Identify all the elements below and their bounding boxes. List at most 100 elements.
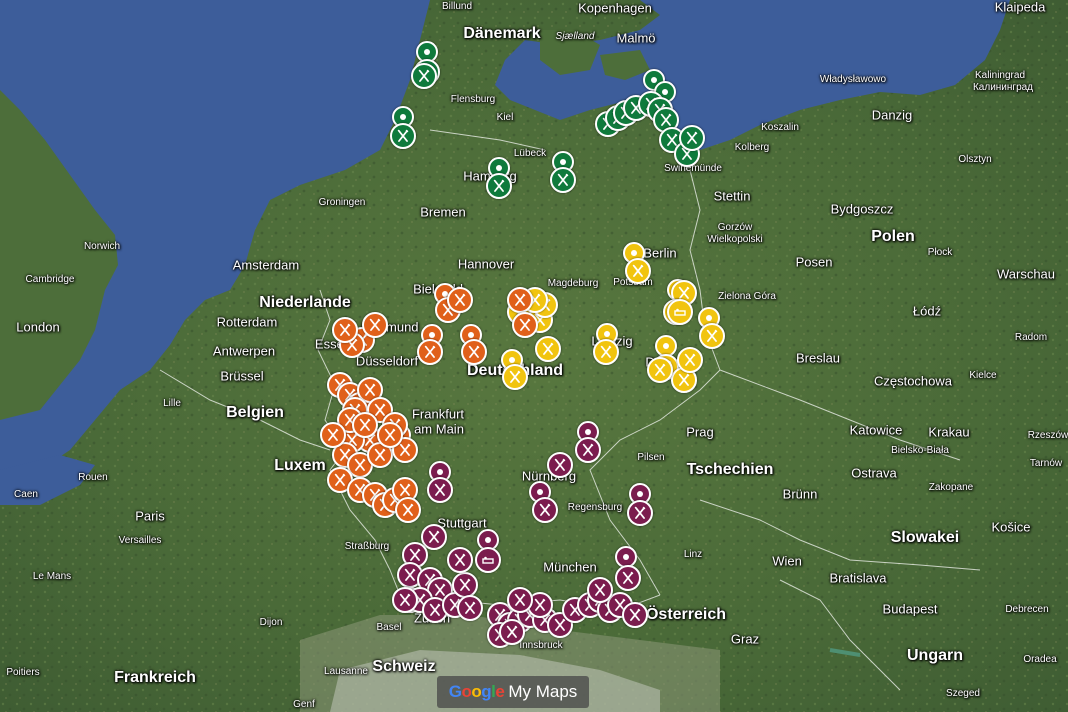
label-city: Norwich [83,241,121,252]
label-city: Warschau [996,266,1056,282]
label-city: Klaipeda [994,0,1046,15]
fork-knife-icon [506,625,518,638]
fork-knife-icon [339,323,351,336]
fork-knife-icon [542,342,554,355]
restaurant-marker[interactable] [622,602,648,628]
restaurant-marker[interactable] [502,364,528,390]
my-maps-label: My Maps [508,682,578,701]
map-view[interactable]: Dänemark Niederlande Belgien Luxem Deuts… [0,0,1068,712]
label-city: Genf [293,699,315,710]
label-city: Posen [795,254,833,270]
restaurant-marker[interactable] [699,323,725,349]
label-country-austria: Österreich [645,606,727,623]
label-city: Versailles [118,535,162,546]
label-city: Bratislava [829,570,887,586]
label-country-luxembourg: Luxem [274,457,326,474]
label-city: Zielona Góra [718,291,776,302]
label-city: Gorzów [717,222,753,233]
label-city: Rouen [78,472,108,483]
restaurant-marker[interactable] [332,317,358,343]
restaurant-marker[interactable] [507,287,533,313]
restaurant-marker[interactable] [390,123,416,149]
label-country-france: Frankreich [114,669,196,686]
label-city: Kopenhagen [578,0,652,16]
google-logo: Google [448,682,505,701]
fork-knife-icon [364,383,376,396]
label-city: Płock [927,247,953,258]
label-city: Düsseldorf [355,353,419,369]
restaurant-marker[interactable] [377,422,403,448]
label-city: Kolberg [734,142,770,153]
restaurant-marker[interactable] [647,357,673,383]
label-city: Władysławowo [819,74,887,85]
fork-knife-icon [686,131,698,144]
fork-knife-icon [464,601,476,614]
label-city: Oradea [1023,654,1057,665]
restaurant-marker[interactable] [593,339,619,365]
restaurant-marker[interactable] [575,437,601,463]
restaurant-marker[interactable] [461,339,487,365]
label-city: Stuttgart [437,515,487,531]
fork-knife-icon [519,318,531,331]
restaurant-marker[interactable] [535,336,561,362]
fork-knife-icon [539,503,551,516]
restaurant-marker[interactable] [486,173,512,199]
restaurant-marker[interactable] [679,125,705,151]
fork-knife-icon [557,173,569,186]
restaurant-marker[interactable] [532,497,558,523]
label-city: Lausanne [324,666,368,677]
restaurant-marker[interactable] [411,63,437,89]
restaurant-marker[interactable] [587,577,613,603]
fork-knife-icon [434,483,446,496]
label-city: München [543,559,597,575]
fork-knife-icon [399,443,411,456]
restaurant-marker[interactable] [417,339,443,365]
label-country-denmark: Dänemark [463,25,541,42]
label-city: Kaliningrad [974,70,1026,81]
restaurant-marker[interactable] [362,312,388,338]
fork-knife-icon [468,345,480,358]
label-city: Rotterdam [216,314,278,330]
restaurant-marker[interactable] [457,595,483,621]
fork-knife-icon [632,264,644,277]
restaurant-marker[interactable] [427,477,453,503]
label-city: Paris [135,508,165,524]
fork-knife-icon [660,113,672,126]
restaurant-marker[interactable] [447,547,473,573]
restaurant-marker[interactable] [507,587,533,613]
label-city: Lübeck [513,148,547,159]
label-city: Stettin [713,188,751,204]
restaurant-marker[interactable] [447,287,473,313]
label-city: Billund [441,1,473,12]
restaurant-marker[interactable] [395,497,421,523]
fork-knife-icon [369,318,381,331]
label-country-switzerland: Schweiz [372,658,436,675]
hotel-marker[interactable] [667,299,693,325]
restaurant-marker[interactable] [550,167,576,193]
fork-knife-icon [634,506,646,519]
restaurant-marker[interactable] [677,347,703,373]
hotel-marker[interactable] [475,547,501,573]
restaurant-marker[interactable] [615,565,641,591]
label-city: Debrecen [1005,604,1049,615]
restaurant-marker[interactable] [352,412,378,438]
restaurant-marker[interactable] [547,452,573,478]
restaurant-marker[interactable] [452,572,478,598]
restaurant-marker[interactable] [499,619,525,645]
fork-knife-icon [424,345,436,358]
label-city: Калининград [972,82,1034,93]
label-city: Bremen [420,204,466,220]
restaurant-marker[interactable] [625,258,651,284]
label-city: Radom [1014,332,1048,343]
restaurant-marker[interactable] [627,500,653,526]
fork-knife-icon [629,608,641,621]
label-city: Prag [686,424,714,440]
restaurant-marker[interactable] [512,312,538,338]
label-city: am Main [414,421,464,437]
fork-knife-icon [402,503,414,516]
label-city: Dijon [259,617,283,628]
restaurant-marker[interactable] [392,587,418,613]
label-city: Wielkopolski [707,234,763,245]
restaurant-marker[interactable] [320,422,346,448]
label-city: Kielce [969,370,997,381]
